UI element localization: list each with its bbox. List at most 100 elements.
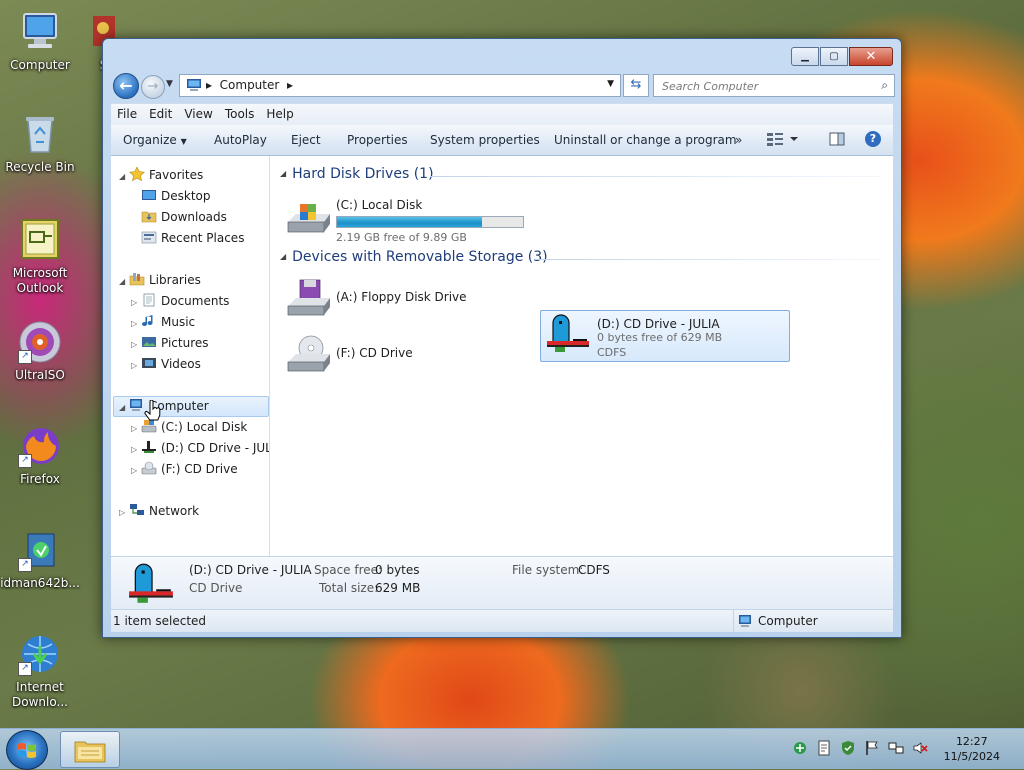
volume-muted-icon[interactable]: [912, 740, 928, 756]
security-tray-icon[interactable]: [840, 740, 856, 756]
command-bar: Organize ▼ AutoPlay Eject Properties Sys…: [111, 125, 893, 156]
drive-c-local-disk[interactable]: (C:) Local Disk 2.19 GB free of 9.89 GB: [280, 192, 530, 244]
collapsed-arrow-icon[interactable]: ▷: [119, 504, 129, 522]
menu-edit[interactable]: Edit: [143, 104, 178, 124]
help-icon: ?: [869, 132, 877, 145]
back-arrow-icon: ←: [119, 76, 133, 95]
collapsed-arrow-icon[interactable]: ▷: [131, 336, 141, 354]
nav-desktop[interactable]: Desktop: [141, 187, 211, 205]
group-header-removable-storage[interactable]: ◢ Devices with Removable Storage (3): [280, 249, 548, 265]
nav-libraries[interactable]: ◢ Libraries: [119, 271, 201, 289]
address-bar[interactable]: ▸ Computer ▸ ▼: [179, 74, 621, 97]
start-button[interactable]: [6, 730, 48, 770]
nav-computer[interactable]: ◢ Computer: [119, 397, 209, 415]
group-header-hard-disk-drives[interactable]: ◢ Hard Disk Drives (1): [280, 166, 434, 182]
collapse-group-icon[interactable]: ◢: [280, 169, 286, 178]
collapsed-arrow-icon[interactable]: ▷: [131, 462, 141, 480]
expanded-arrow-icon[interactable]: ◢: [119, 273, 129, 291]
desktop-icon-computer[interactable]: Computer: [0, 10, 80, 73]
custom-cd-drive-icon: [547, 314, 589, 352]
clock-date: 11/5/2024: [943, 750, 1000, 763]
maximize-icon: ▢: [829, 51, 839, 62]
breadcrumb[interactable]: ▸ Computer ▸: [206, 78, 293, 92]
nav-label: Videos: [161, 357, 201, 371]
address-dropdown-icon[interactable]: ▼: [607, 79, 614, 89]
nav-recent-places[interactable]: Recent Places: [141, 229, 244, 247]
collapse-group-icon[interactable]: ◢: [280, 252, 286, 261]
nav-label: Recent Places: [161, 231, 245, 245]
documents-icon: [143, 293, 155, 307]
expanded-arrow-icon[interactable]: ◢: [119, 168, 129, 186]
nav-documents[interactable]: ▷ Documents: [131, 292, 229, 310]
view-options-button[interactable]: [765, 130, 799, 151]
nav-d-drive[interactable]: ▷ (D:) CD Drive - JULIA: [131, 439, 269, 459]
network-tray-icon[interactable]: [792, 740, 808, 756]
autoplay-button[interactable]: AutoPlay: [214, 133, 267, 147]
desktop-icon-label: idman642b...: [0, 576, 80, 590]
menu-view[interactable]: View: [178, 104, 218, 124]
collapsed-arrow-icon[interactable]: ▷: [131, 294, 141, 312]
drive-f-cd[interactable]: (F:) CD Drive: [280, 330, 530, 380]
back-button[interactable]: ←: [113, 73, 139, 99]
preview-pane-button[interactable]: [829, 131, 845, 150]
nav-network[interactable]: ▷ Network: [119, 502, 199, 520]
collapsed-arrow-icon[interactable]: ▷: [131, 420, 141, 438]
drive-d-cd-julia[interactable]: (D:) CD Drive - JULIA 0 bytes free of 62…: [540, 310, 790, 362]
drive-name: (A:) Floppy Disk Drive: [336, 290, 467, 304]
more-commands-button[interactable]: »: [735, 133, 742, 147]
expanded-arrow-icon[interactable]: ◢: [119, 399, 129, 417]
status-selection-count: 1 item selected: [113, 614, 207, 628]
forward-button[interactable]: →: [141, 75, 165, 99]
action-center-flag-icon[interactable]: [864, 740, 880, 756]
desktop-icon-ultraiso[interactable]: ↗ UltraISO: [0, 320, 80, 383]
desktop-icon-recycle-bin[interactable]: Recycle Bin: [0, 112, 80, 175]
organize-button[interactable]: Organize ▼: [123, 133, 187, 147]
collapsed-arrow-icon[interactable]: ▷: [131, 441, 141, 459]
search-icon[interactable]: ⌕: [881, 78, 888, 93]
cd-drive-icon: [287, 335, 330, 372]
document-tray-icon[interactable]: [816, 740, 832, 756]
close-button[interactable]: ✕: [849, 47, 893, 66]
nav-f-drive[interactable]: ▷ (F:) CD Drive: [131, 460, 238, 478]
search-box[interactable]: ⌕: [653, 74, 895, 97]
desktop-icon: [142, 190, 156, 200]
nav-favorites[interactable]: ◢ Favorites: [119, 166, 203, 184]
system-clock[interactable]: 12:27 11/5/2024: [944, 734, 1000, 764]
help-button[interactable]: ?: [865, 131, 881, 147]
nav-videos[interactable]: ▷ Videos: [131, 355, 201, 373]
menu-help[interactable]: Help: [260, 104, 299, 124]
collapsed-arrow-icon[interactable]: ▷: [131, 315, 141, 333]
properties-button[interactable]: Properties: [347, 133, 408, 147]
desktop-icon-firefox[interactable]: ↗ Firefox: [0, 424, 80, 487]
system-properties-button[interactable]: System properties: [430, 133, 540, 147]
network-status-icon[interactable]: [888, 740, 904, 756]
organize-label: Organize: [123, 133, 177, 147]
menu-tools[interactable]: Tools: [219, 104, 261, 124]
search-input[interactable]: [660, 77, 864, 95]
breadcrumb-computer[interactable]: Computer: [220, 78, 280, 92]
group-divider: [535, 259, 880, 260]
eject-button[interactable]: Eject: [291, 133, 321, 147]
group-title: Devices with Removable Storage (3): [292, 249, 548, 265]
nav-music[interactable]: ▷ Music: [131, 313, 195, 331]
ultraiso-icon: ↗: [18, 320, 62, 364]
content-pane: ◢ Hard Disk Drives (1) (C:) Local Disk 2.…: [270, 156, 893, 556]
folder-icon: [74, 741, 106, 763]
desktop-icon-microsoft-outlook[interactable]: Microsoft Outlook: [0, 218, 80, 296]
maximize-button[interactable]: ▢: [820, 47, 848, 66]
desktop-icon-idman[interactable]: ↗ idman642b...: [0, 528, 80, 591]
taskbar-explorer-button[interactable]: [60, 731, 120, 768]
nav-pictures[interactable]: ▷ Pictures: [131, 334, 209, 352]
nav-downloads[interactable]: Downloads: [141, 208, 227, 226]
refresh-button[interactable]: ⇆: [623, 74, 649, 97]
desktop-icon-internet-download[interactable]: ↗ Internet Downlo...: [0, 632, 80, 710]
nav-label: Network: [149, 504, 200, 518]
recent-pages-dropdown[interactable]: ▼: [166, 79, 173, 89]
menu-file[interactable]: File: [111, 104, 143, 124]
disk-usage-fill: [337, 217, 483, 227]
nav-label: Pictures: [161, 336, 209, 350]
minimize-button[interactable]: ▁: [791, 47, 819, 66]
drive-a-floppy[interactable]: (A:) Floppy Disk Drive: [280, 274, 530, 324]
uninstall-program-button[interactable]: Uninstall or change a program: [554, 133, 737, 147]
collapsed-arrow-icon[interactable]: ▷: [131, 357, 141, 375]
